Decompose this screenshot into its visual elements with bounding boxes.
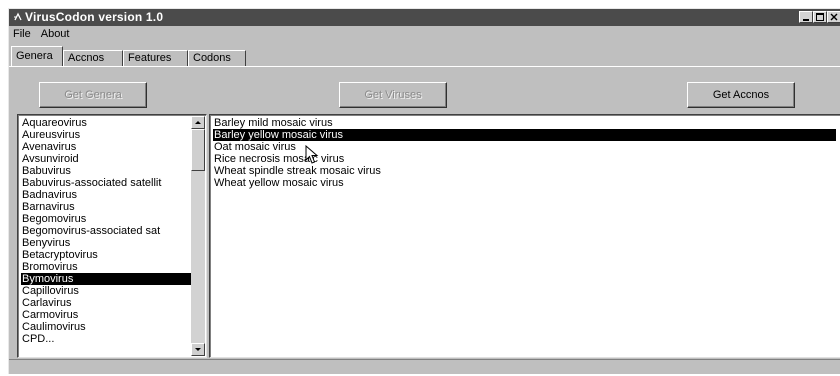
genus-list-item[interactable]: Aquareovirus bbox=[21, 117, 192, 129]
close-button[interactable] bbox=[827, 11, 840, 23]
window-title: VirusCodon version 1.0 bbox=[25, 10, 164, 24]
virus-list-item[interactable]: Barley mild mosaic virus bbox=[213, 117, 836, 129]
status-bar bbox=[9, 359, 840, 376]
get-genera-button[interactable]: Get Genera bbox=[39, 82, 147, 108]
genus-list-item[interactable]: CPD... bbox=[21, 333, 192, 345]
scroll-down-button[interactable] bbox=[191, 343, 205, 356]
genus-list-item[interactable]: Benyvirus bbox=[21, 237, 192, 249]
maximize-button[interactable] bbox=[813, 11, 827, 23]
tab-features[interactable]: Features bbox=[123, 50, 188, 66]
get-viruses-button[interactable]: Get Viruses bbox=[339, 82, 447, 108]
tab-codons[interactable]: Codons bbox=[188, 50, 246, 66]
close-icon bbox=[830, 13, 838, 21]
genus-list-item[interactable]: Begomovirus-associated sat bbox=[21, 225, 192, 237]
genus-list-item[interactable]: Babuvirus bbox=[21, 165, 192, 177]
genus-list-item[interactable]: Bymovirus bbox=[21, 273, 192, 285]
viruses-listbox[interactable]: Barley mild mosaic virus Barley yellow mo… bbox=[209, 114, 840, 358]
scroll-down-arrow-icon bbox=[195, 348, 201, 351]
minimize-button[interactable] bbox=[799, 11, 813, 23]
scroll-up-button[interactable] bbox=[191, 116, 205, 129]
genus-list-item[interactable]: Aureusvirus bbox=[21, 129, 192, 141]
genus-list-item[interactable]: Caulimovirus bbox=[21, 321, 192, 333]
virus-list-item[interactable]: Wheat yellow mosaic virus bbox=[213, 177, 836, 189]
tab-accnos[interactable]: Accnos bbox=[63, 50, 123, 66]
menu-about[interactable]: About bbox=[37, 27, 76, 41]
genus-list-item[interactable]: Barnavirus bbox=[21, 201, 192, 213]
genus-list-item[interactable]: Badnavirus bbox=[21, 189, 192, 201]
genus-list-item[interactable]: Babuvirus-associated satellit bbox=[21, 177, 192, 189]
minimize-icon bbox=[803, 19, 809, 21]
mouse-pointer-icon bbox=[305, 145, 319, 164]
virus-list-item[interactable]: Barley yellow mosaic virus bbox=[213, 129, 836, 141]
virus-list-item[interactable]: Wheat spindle streak mosaic virus bbox=[213, 165, 836, 177]
genus-list-item[interactable]: Begomovirus bbox=[21, 213, 192, 225]
menu-file[interactable]: File bbox=[9, 27, 37, 41]
genera-listbox[interactable]: Aquareovirus Aureusvirus Avenavirus Avsunvi… bbox=[17, 114, 207, 358]
title-bar[interactable]: VirusCodon version 1.0 bbox=[9, 9, 840, 26]
main-window: VirusCodon version 1.0 File About Genera… bbox=[8, 8, 840, 374]
virus-app-icon bbox=[14, 12, 22, 21]
genera-scrollbar[interactable] bbox=[191, 116, 205, 356]
genus-list-item[interactable]: Bromovirus bbox=[21, 261, 192, 273]
menu-bar: File About bbox=[9, 27, 75, 41]
genus-list-item[interactable]: Betacryptovirus bbox=[21, 249, 192, 261]
genus-list-item[interactable]: Avsunviroid bbox=[21, 153, 192, 165]
genus-list-item[interactable]: Carmovirus bbox=[21, 309, 192, 321]
tab-divider bbox=[9, 66, 840, 67]
genus-list-item[interactable]: Capillovirus bbox=[21, 285, 192, 297]
genus-list-item[interactable]: Carlavirus bbox=[21, 297, 192, 309]
scroll-thumb[interactable] bbox=[191, 129, 205, 171]
scroll-up-arrow-icon bbox=[195, 121, 201, 124]
tab-genera[interactable]: Genera bbox=[11, 46, 63, 66]
maximize-icon bbox=[816, 13, 824, 21]
genus-list-item[interactable]: Avenavirus bbox=[21, 141, 192, 153]
get-accnos-button[interactable]: Get Accnos bbox=[687, 82, 795, 108]
